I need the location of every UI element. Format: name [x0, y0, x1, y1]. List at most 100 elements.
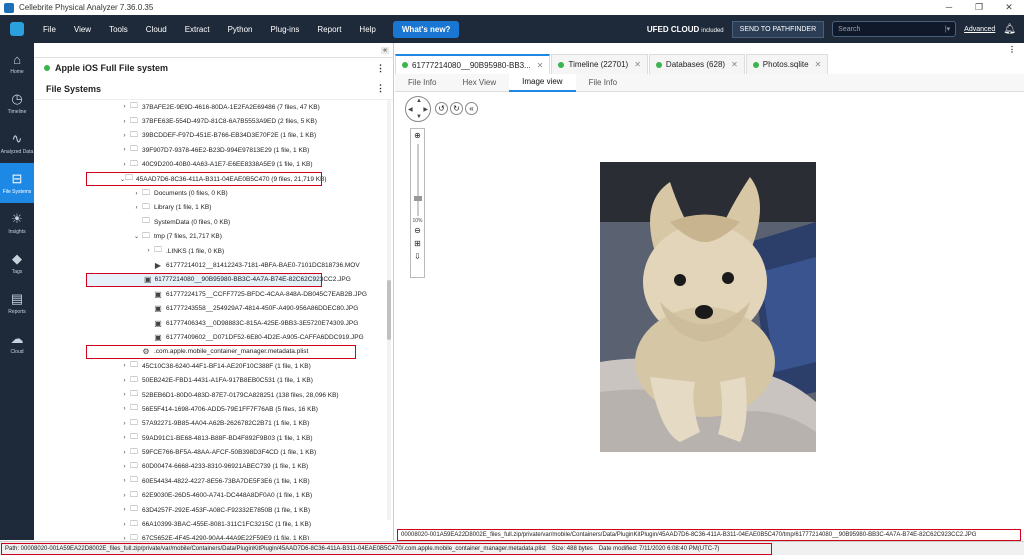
nav-reports[interactable]: ▤ Reports [0, 283, 34, 323]
chevron-right-icon[interactable]: › [120, 147, 129, 153]
tree-row[interactable]: › 🗀︎ 66A10399-3BAC-455E-8081-311C1FC3215C … [34, 517, 393, 531]
menu-view[interactable]: View [65, 25, 100, 34]
chevron-right-icon[interactable]: › [144, 248, 153, 254]
pan-left-icon[interactable]: ◀ [408, 106, 413, 113]
menu-python[interactable]: Python [219, 25, 262, 34]
fit-to-window-icon[interactable]: ⊞ [414, 239, 421, 248]
bell-icon[interactable]: 🔔︎ [1003, 24, 1016, 35]
tree-scrollbar-thumb[interactable] [387, 280, 391, 340]
menu-tools[interactable]: Tools [100, 25, 137, 34]
collapse-panel-button[interactable]: « [381, 46, 389, 54]
nav-cloud[interactable]: ☁ Cloud [0, 323, 34, 363]
maximize-button[interactable]: ❐ [964, 2, 994, 13]
chevron-down-icon[interactable]: ⌄ [132, 233, 141, 240]
chevron-right-icon[interactable]: › [120, 406, 129, 412]
menu-plugins[interactable]: Plug-ins [262, 25, 309, 34]
zoom-slider[interactable] [413, 144, 422, 216]
tree-row[interactable]: ⌄ 🗀︎ tmp (7 files, 21,717 KB) [34, 230, 393, 244]
menu-file[interactable]: File [34, 25, 65, 34]
document-tab[interactable]: Photos.sqlite ✕ [745, 54, 829, 74]
nav-analyzed-data[interactable]: ∿ Analyzed Data [0, 123, 34, 163]
nav-insights[interactable]: ☀ Insights [0, 203, 34, 243]
viewer-menu-icon[interactable]: ⋮ [1008, 45, 1016, 54]
tree-row[interactable]: ⚙ .com.apple.mobile_container_manager.met… [86, 344, 356, 360]
chevron-right-icon[interactable]: › [120, 104, 129, 110]
pan-up-icon[interactable]: ▲ [416, 98, 422, 104]
chevron-right-icon[interactable]: › [120, 435, 129, 441]
tree-row[interactable]: › 🗀︎ 59FCE766-BF5A-48AA-AFCF-50B398D3F4CD … [34, 445, 393, 459]
chevron-right-icon[interactable]: › [120, 363, 129, 369]
view-mode-tab[interactable]: Image view [509, 73, 576, 92]
tree-row[interactable]: › 🗀︎ 40C9D200-40B0-4A63-A1E7-E6EE8338A5E9 … [34, 158, 393, 172]
chevron-right-icon[interactable]: › [120, 119, 129, 125]
tree-row[interactable]: ▣ 61777243558__254929A7-4814-450F-A490-95… [34, 301, 393, 315]
close-tab-icon[interactable]: ✕ [815, 60, 822, 69]
tree-row[interactable]: › 🗀︎ 63D4257F-292E-453F-A08C-F92332E7850B … [34, 503, 393, 517]
tree-row[interactable]: ▣ 61777409602__D071DF52-6E80-4D2E-A905-CA… [34, 330, 393, 344]
menu-help[interactable]: Help [350, 25, 384, 34]
zoom-in-icon[interactable]: ⊕ [414, 131, 421, 140]
chevron-right-icon[interactable]: › [120, 522, 129, 528]
chevron-right-icon[interactable]: › [120, 493, 129, 499]
nav-timeline[interactable]: ◷ Timeline [0, 83, 34, 123]
nav-file-systems[interactable]: ⊟ File Systems [0, 163, 34, 203]
tree-row[interactable]: › 🗀︎ Documents (0 files, 0 KB) [34, 186, 393, 200]
advanced-search-link[interactable]: Advanced [964, 26, 995, 33]
close-tab-icon[interactable]: ✕ [634, 60, 641, 69]
tree-row[interactable]: › 🗀︎ 45C10C38-6240-44F1-BF14-AE20F10C388F … [34, 359, 393, 373]
tree-row[interactable]: › 🗀︎ 60E54434-4822-4227-8E56-73BA7DE5F3E6 … [34, 474, 393, 488]
document-tab[interactable]: Timeline (22701) ✕ [551, 54, 648, 74]
chevron-right-icon[interactable]: › [120, 507, 129, 513]
rotate-right-icon[interactable]: ↻ [450, 102, 463, 115]
chevron-right-icon[interactable]: › [120, 536, 129, 540]
document-tab[interactable]: Databases (628) ✕ [648, 54, 745, 74]
tree-row[interactable]: › 🗀︎ 56E5F414-1698-4706-ADD5-79E1FF7F76AB … [34, 402, 393, 416]
chevron-right-icon[interactable]: › [120, 421, 129, 427]
zoom-out-icon[interactable]: ⊖ [414, 226, 421, 235]
search-input[interactable]: Search |▾ [832, 21, 957, 37]
tree-row[interactable]: › 🗀︎ 67C5652E-4F45-4290-90A4-44A9E22F59E9 … [34, 532, 393, 540]
tree-row[interactable]: › 🗀︎ 50EB242E-FBD1-4431-A1FA-917B8EB0C531 … [34, 373, 393, 387]
tree-row[interactable]: › 🗀︎ .LINKS (1 file, 0 KB) [34, 244, 393, 258]
pan-control[interactable]: ▲ ▼ ◀ ▶ [405, 96, 431, 122]
download-image-icon[interactable]: ⇩ [414, 252, 421, 261]
document-tab[interactable]: 61777214080__90B95980-BB3... ✕ [395, 54, 551, 74]
nav-home[interactable]: ⌂ Home [0, 43, 34, 83]
nav-tags[interactable]: ◆ Tags [0, 243, 34, 283]
collapse-tools-icon[interactable]: « [465, 102, 478, 115]
tree-row[interactable]: ▣ 61777214080__90B95980-BB3C-4A7A-B74E-82… [86, 272, 351, 288]
chevron-right-icon[interactable]: › [120, 478, 129, 484]
tree-row[interactable]: › 🗀︎ 62E9030E-26D5-4600-A741-DC448A8DF0A0 … [34, 489, 393, 503]
view-mode-tab[interactable]: Hex View [449, 74, 509, 92]
pan-down-icon[interactable]: ▼ [416, 114, 422, 120]
tree-row[interactable]: › 🗀︎ Library (1 file, 1 KB) [34, 201, 393, 215]
search-dropdown-icon[interactable]: |▾ [945, 25, 950, 33]
close-button[interactable]: ✕ [994, 2, 1024, 13]
zoom-slider-thumb[interactable] [413, 196, 422, 201]
chevron-right-icon[interactable]: › [120, 450, 129, 456]
tree-row[interactable]: › 🗀︎ 57A92271-9B85-4A04-A62B-2626782C2B71 … [34, 417, 393, 431]
chevron-right-icon[interactable]: › [120, 133, 129, 139]
pan-right-icon[interactable]: ▶ [423, 106, 428, 113]
tree-row[interactable]: 🗀︎ SystemData (0 files, 0 KB) [34, 215, 393, 229]
tree-row[interactable]: ▶ 61777214012__81412243-7181-4BFA-BAE0-71… [34, 258, 393, 272]
minimize-button[interactable]: ─ [934, 2, 964, 13]
chevron-right-icon[interactable]: › [120, 392, 129, 398]
close-tab-icon[interactable]: ✕ [537, 61, 544, 70]
chevron-right-icon[interactable]: › [120, 162, 129, 168]
close-tab-icon[interactable]: ✕ [731, 60, 738, 69]
chevron-right-icon[interactable]: › [120, 464, 129, 470]
whats-new-button[interactable]: What's new? [392, 20, 460, 38]
chevron-right-icon[interactable]: › [132, 191, 141, 197]
tree-row[interactable]: › 🗀︎ 52BEB6D1-80D0-483D-87E7-0179CA828251 … [34, 388, 393, 402]
file-systems-menu-icon[interactable]: ⋮ [376, 83, 385, 94]
tree-row[interactable]: ▣ 61777224175__CCFF7725-BFDC-4CAA-848A-DB… [34, 287, 393, 301]
device-menu-icon[interactable]: ⋮ [376, 63, 385, 74]
chevron-right-icon[interactable]: › [120, 378, 129, 384]
menu-report[interactable]: Report [308, 25, 350, 34]
tree-row[interactable]: ⌄ 🗀︎ 45AAD7D6-8C36-411A-B311-04EAE0B5C470 … [86, 171, 327, 187]
tree-row[interactable]: › 🗀︎ 39F907D7-9378-46E2-B23D-994E97813E29 … [34, 143, 393, 157]
tree-row[interactable]: › 🗀︎ 39BCDDEF-F97D-451E-B766-EB34D3E70F2E … [34, 129, 393, 143]
menu-cloud[interactable]: Cloud [137, 25, 176, 34]
menu-extract[interactable]: Extract [176, 25, 219, 34]
